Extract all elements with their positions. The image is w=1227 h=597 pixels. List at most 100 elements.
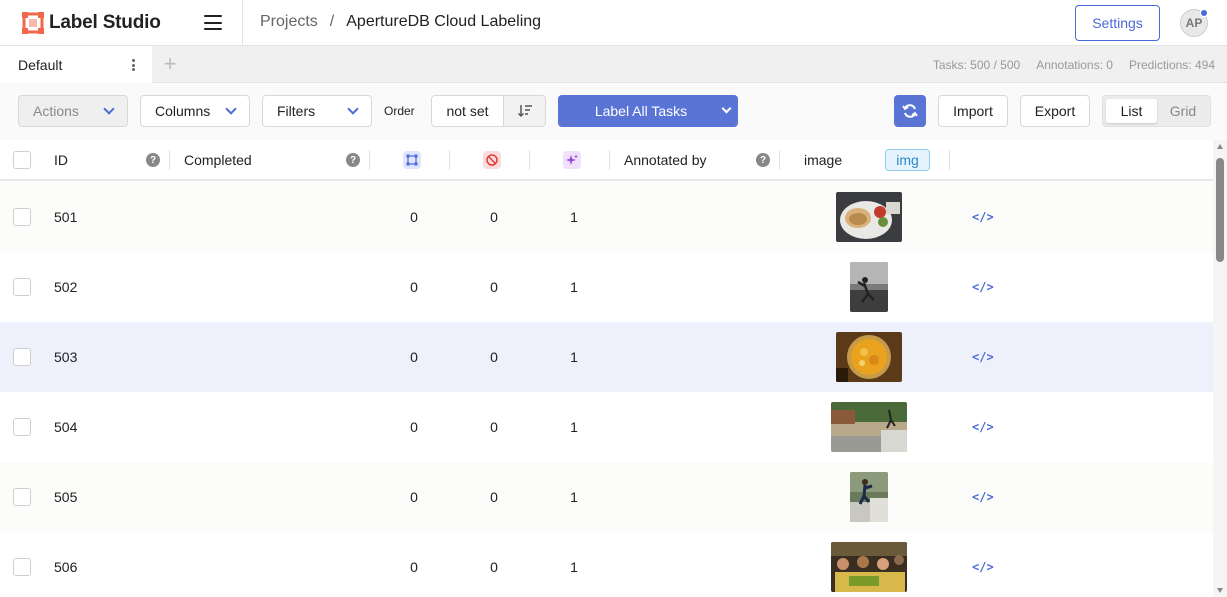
import-button[interactable]: Import bbox=[938, 95, 1008, 127]
column-header-image[interactable]: image bbox=[804, 140, 842, 179]
id-help-icon[interactable]: ? bbox=[146, 153, 160, 167]
row-select-cell bbox=[13, 182, 31, 252]
scroll-down-arrow-icon[interactable] bbox=[1217, 588, 1223, 593]
column-divider bbox=[449, 150, 450, 170]
row-id: 506 bbox=[54, 559, 78, 575]
table-row[interactable]: 505 0 0 1 </> bbox=[0, 462, 1213, 532]
logo[interactable]: Label Studio bbox=[22, 12, 161, 34]
row-checkbox[interactable] bbox=[13, 348, 31, 366]
row-cancelled-count: 0 bbox=[490, 209, 498, 225]
row-predictions-count: 1 bbox=[570, 209, 578, 225]
column-divider bbox=[949, 150, 950, 170]
column-divider bbox=[369, 150, 370, 170]
order-value: not set bbox=[446, 103, 489, 119]
table-row[interactable]: 504 0 0 1 </> bbox=[0, 392, 1213, 462]
row-source-cell: </> bbox=[972, 322, 994, 392]
cancelled-count-icon[interactable] bbox=[483, 151, 501, 169]
row-image-thumbnail[interactable] bbox=[850, 252, 888, 322]
row-checkbox[interactable] bbox=[13, 558, 31, 576]
image-thumbnail[interactable] bbox=[831, 402, 907, 452]
tab-options-icon[interactable] bbox=[131, 59, 135, 71]
column-divider bbox=[169, 150, 170, 170]
label-studio-logo-icon bbox=[22, 12, 44, 34]
row-source-cell: </> bbox=[972, 392, 994, 462]
notification-dot-icon bbox=[1200, 9, 1208, 17]
predictions-count-icon[interactable] bbox=[563, 151, 581, 169]
stats-predictions: Predictions: 494 bbox=[1128, 58, 1215, 72]
row-image-thumbnail[interactable] bbox=[831, 392, 907, 462]
view-grid-option[interactable]: Grid bbox=[1159, 99, 1207, 123]
label-all-tasks-label: Label All Tasks bbox=[594, 103, 688, 119]
column-divider bbox=[529, 150, 530, 170]
view-source-code-icon[interactable]: </> bbox=[972, 420, 994, 434]
image-thumbnail[interactable] bbox=[850, 262, 888, 312]
annotated-by-help-icon[interactable]: ? bbox=[756, 153, 770, 167]
row-id: 502 bbox=[54, 279, 78, 295]
row-image-thumbnail[interactable] bbox=[831, 532, 907, 597]
row-image-thumbnail[interactable] bbox=[850, 462, 888, 532]
row-image-thumbnail[interactable] bbox=[836, 322, 902, 392]
chevron-down-icon[interactable] bbox=[721, 103, 732, 114]
row-image-thumbnail[interactable] bbox=[836, 182, 902, 252]
logo-text: Label Studio bbox=[49, 12, 161, 33]
table-scrollbar[interactable] bbox=[1213, 140, 1227, 597]
columns-dropdown[interactable]: Columns bbox=[140, 95, 250, 127]
view-toggle: List Grid bbox=[1102, 95, 1211, 127]
row-predictions-count: 1 bbox=[570, 559, 578, 575]
image-thumbnail[interactable] bbox=[831, 542, 907, 592]
column-divider bbox=[779, 150, 780, 170]
tab-default[interactable]: Default bbox=[0, 46, 152, 83]
sort-direction-icon[interactable] bbox=[503, 96, 545, 126]
scroll-up-arrow-icon[interactable] bbox=[1217, 144, 1223, 149]
column-header-completed[interactable]: Completed bbox=[184, 140, 252, 179]
annotations-count-icon[interactable] bbox=[403, 151, 421, 169]
view-source-code-icon[interactable]: </> bbox=[972, 560, 994, 574]
actions-dropdown[interactable]: Actions bbox=[18, 95, 128, 127]
row-select-cell bbox=[13, 392, 31, 462]
settings-button[interactable]: Settings bbox=[1075, 5, 1160, 41]
row-checkbox[interactable] bbox=[13, 488, 31, 506]
add-tab-button[interactable]: + bbox=[160, 53, 180, 75]
completed-help-icon[interactable]: ? bbox=[346, 153, 360, 167]
breadcrumb: Projects / ApertureDB Cloud Labeling bbox=[260, 13, 541, 31]
row-predictions-count: 1 bbox=[570, 349, 578, 365]
view-list-option[interactable]: List bbox=[1106, 99, 1157, 123]
row-select-cell bbox=[13, 252, 31, 322]
export-button[interactable]: Export bbox=[1020, 95, 1090, 127]
table-row[interactable]: 501 0 0 1 </> bbox=[0, 182, 1213, 252]
columns-label: Columns bbox=[155, 103, 211, 119]
filters-dropdown[interactable]: Filters bbox=[262, 95, 372, 127]
view-source-code-icon[interactable]: </> bbox=[972, 490, 994, 504]
refresh-button[interactable] bbox=[894, 95, 926, 127]
breadcrumb-projects-link[interactable]: Projects bbox=[260, 13, 318, 31]
row-select-cell bbox=[13, 532, 31, 597]
image-thumbnail[interactable] bbox=[836, 192, 902, 242]
row-id: 503 bbox=[54, 349, 78, 365]
table-row[interactable]: 502 0 0 1 </> bbox=[0, 252, 1213, 322]
table-row[interactable]: 503 0 0 1 </> bbox=[0, 322, 1213, 392]
image-thumbnail[interactable] bbox=[850, 472, 888, 522]
tab-default-label: Default bbox=[18, 56, 63, 73]
column-header-annotated-by[interactable]: Annotated by bbox=[624, 140, 707, 179]
select-all-checkbox[interactable] bbox=[13, 150, 31, 169]
row-cancelled-count: 0 bbox=[490, 349, 498, 365]
column-divider bbox=[609, 150, 610, 170]
row-predictions-count: 1 bbox=[570, 419, 578, 435]
order-select[interactable]: not set bbox=[431, 95, 546, 127]
view-source-code-icon[interactable]: </> bbox=[972, 280, 994, 294]
app-header: Label Studio Projects / ApertureDB Cloud… bbox=[0, 0, 1227, 46]
column-header-id[interactable]: ID bbox=[54, 140, 68, 179]
scrollbar-thumb[interactable] bbox=[1216, 158, 1224, 262]
label-all-tasks-button[interactable]: Label All Tasks bbox=[558, 95, 738, 127]
table-body: 501 0 0 1 </> 502 0 0 1 </> 503 0 0 1 </> 504 0 0 1 </> 505 0… bbox=[0, 182, 1213, 597]
image-thumbnail[interactable] bbox=[836, 332, 902, 382]
row-checkbox[interactable] bbox=[13, 208, 31, 226]
table-row[interactable]: 506 0 0 1 </> bbox=[0, 532, 1213, 597]
row-checkbox[interactable] bbox=[13, 418, 31, 436]
row-checkbox[interactable] bbox=[13, 278, 31, 296]
menu-hamburger-icon[interactable] bbox=[204, 15, 222, 30]
project-stats: Tasks: 500 / 500 Annotations: 0 Predicti… bbox=[933, 58, 1215, 72]
view-source-code-icon[interactable]: </> bbox=[972, 210, 994, 224]
breadcrumb-current-project: ApertureDB Cloud Labeling bbox=[346, 13, 542, 30]
view-source-code-icon[interactable]: </> bbox=[972, 350, 994, 364]
